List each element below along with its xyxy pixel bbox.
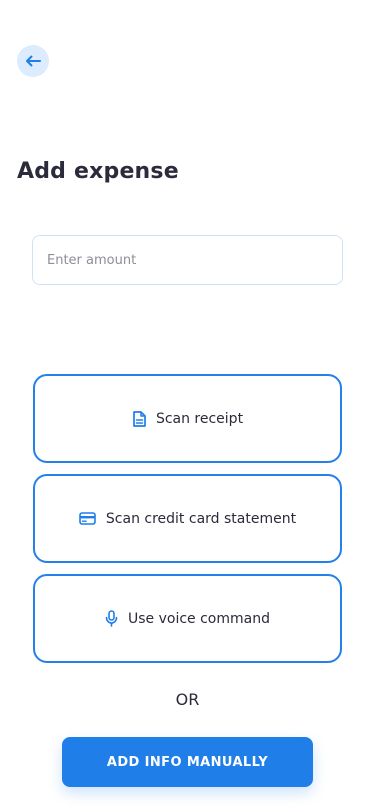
scan-credit-card-button[interactable]: Scan credit card statement — [33, 474, 342, 563]
microphone-icon — [105, 610, 118, 627]
add-expense-screen: Add expense Scan receipt Scan credit car… — [0, 0, 375, 812]
credit-card-icon — [79, 512, 96, 525]
scan-receipt-button[interactable]: Scan receipt — [33, 374, 342, 463]
page-title: Add expense — [17, 159, 179, 184]
scan-receipt-label: Scan receipt — [155, 410, 244, 427]
voice-command-button[interactable]: Use voice command — [33, 574, 342, 663]
document-icon — [132, 410, 146, 427]
add-info-manually-button[interactable]: ADD INFO MANUALLY — [62, 737, 313, 787]
scan-credit-card-label: Scan credit card statement — [105, 510, 297, 527]
arrow-left-icon — [26, 55, 41, 67]
or-divider: OR — [175, 690, 200, 709]
amount-input[interactable] — [32, 235, 343, 285]
voice-command-label: Use voice command — [128, 610, 270, 627]
back-button[interactable] — [17, 45, 49, 77]
